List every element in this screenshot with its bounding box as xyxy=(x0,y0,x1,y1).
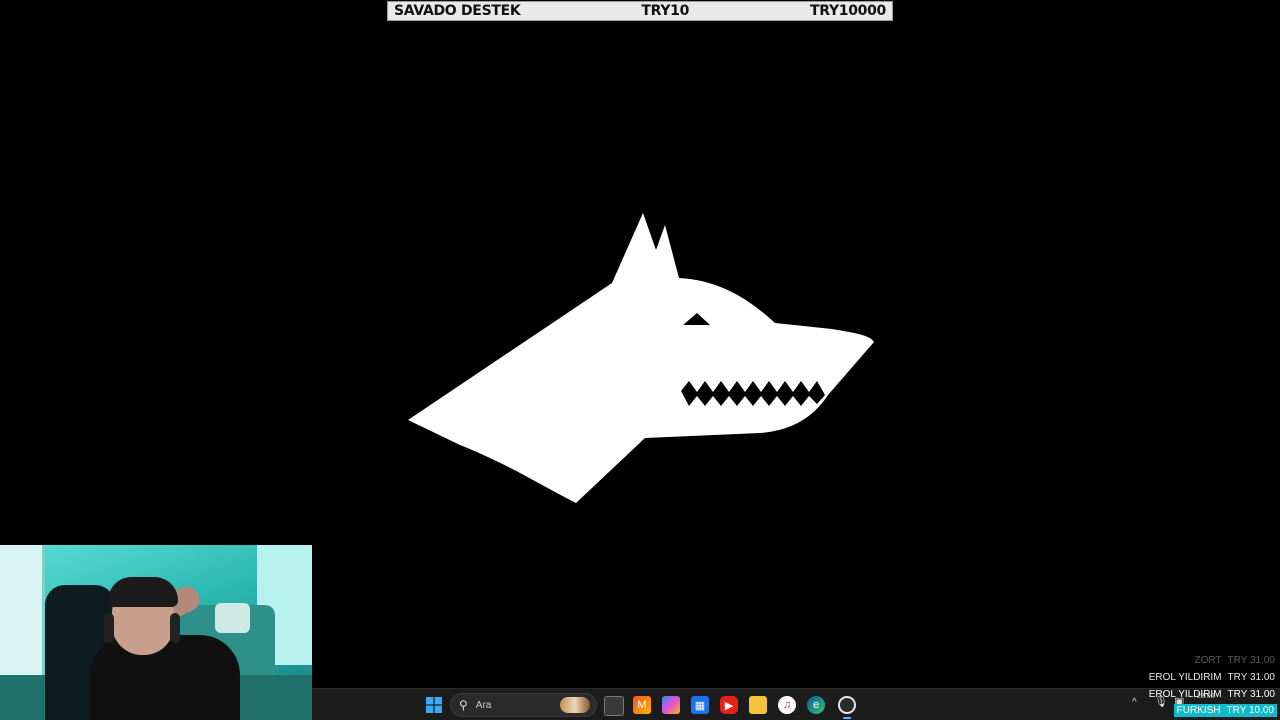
goal-title: SAVADO DESTEK xyxy=(394,3,521,19)
webcam-person-body xyxy=(90,635,240,720)
headset-icon xyxy=(104,613,114,643)
donation-entry: EROL YILDIRIM TRY 31.00 xyxy=(1149,672,1275,683)
donation-entry-latest: FURKISH TRY 10.00 xyxy=(1173,704,1277,717)
edge-icon[interactable]: e xyxy=(807,696,825,714)
webcam-pillow xyxy=(215,603,250,633)
taskbar: ⚲ Ara M ▦ ▶ ♫ e ^ 🎙 ▣ 23:00 xyxy=(312,688,1280,720)
donation-goal-bar: SAVADO DESTEK TRY10 TRY10000 xyxy=(387,1,893,21)
search-icon: ⚲ xyxy=(459,698,468,712)
folder-icon[interactable] xyxy=(749,696,767,714)
donation-amount: TRY 10.00 xyxy=(1226,705,1274,716)
donation-amount: TRY 31.00 xyxy=(1227,689,1275,700)
windows-start-icon[interactable] xyxy=(425,696,443,714)
donor-name: EROL YILDIRIM xyxy=(1148,689,1222,700)
donor-name: FURKISH xyxy=(1176,705,1221,716)
search-placeholder: Ara xyxy=(475,699,492,711)
donor-name: EROL YILDIRIM xyxy=(1148,672,1222,683)
tray-chevron-up-icon[interactable]: ^ xyxy=(1132,697,1137,708)
headset-icon xyxy=(170,613,180,643)
copilot-icon[interactable] xyxy=(662,696,680,714)
office-icon[interactable]: M xyxy=(633,696,651,714)
wolf-logo-icon xyxy=(408,213,874,503)
task-view-icon[interactable] xyxy=(604,696,624,716)
youtube-icon[interactable]: ▶ xyxy=(720,696,738,714)
webcam-door xyxy=(0,545,45,685)
goal-target: TRY10000 xyxy=(809,3,886,19)
active-app-indicator xyxy=(843,717,851,719)
donor-name: ZORT xyxy=(1194,655,1222,666)
donation-amount: TRY 31.00 xyxy=(1227,655,1275,666)
donation-amount: TRY 31.00 xyxy=(1227,672,1275,683)
donation-entry: ZORT TRY 31.00 xyxy=(1195,655,1276,666)
search-highlight-icon xyxy=(560,697,590,713)
donation-entry: EROL YILDIRIM TRY 31.00 xyxy=(1149,689,1275,700)
taskbar-search-input[interactable]: ⚲ Ara xyxy=(450,693,597,717)
itunes-icon[interactable]: ♫ xyxy=(778,696,796,714)
obs-icon[interactable] xyxy=(838,696,856,714)
store-icon[interactable]: ▦ xyxy=(691,696,709,714)
goal-current: TRY10 xyxy=(641,3,690,19)
webcam-person-hair xyxy=(108,577,178,607)
webcam-feed xyxy=(0,545,312,720)
